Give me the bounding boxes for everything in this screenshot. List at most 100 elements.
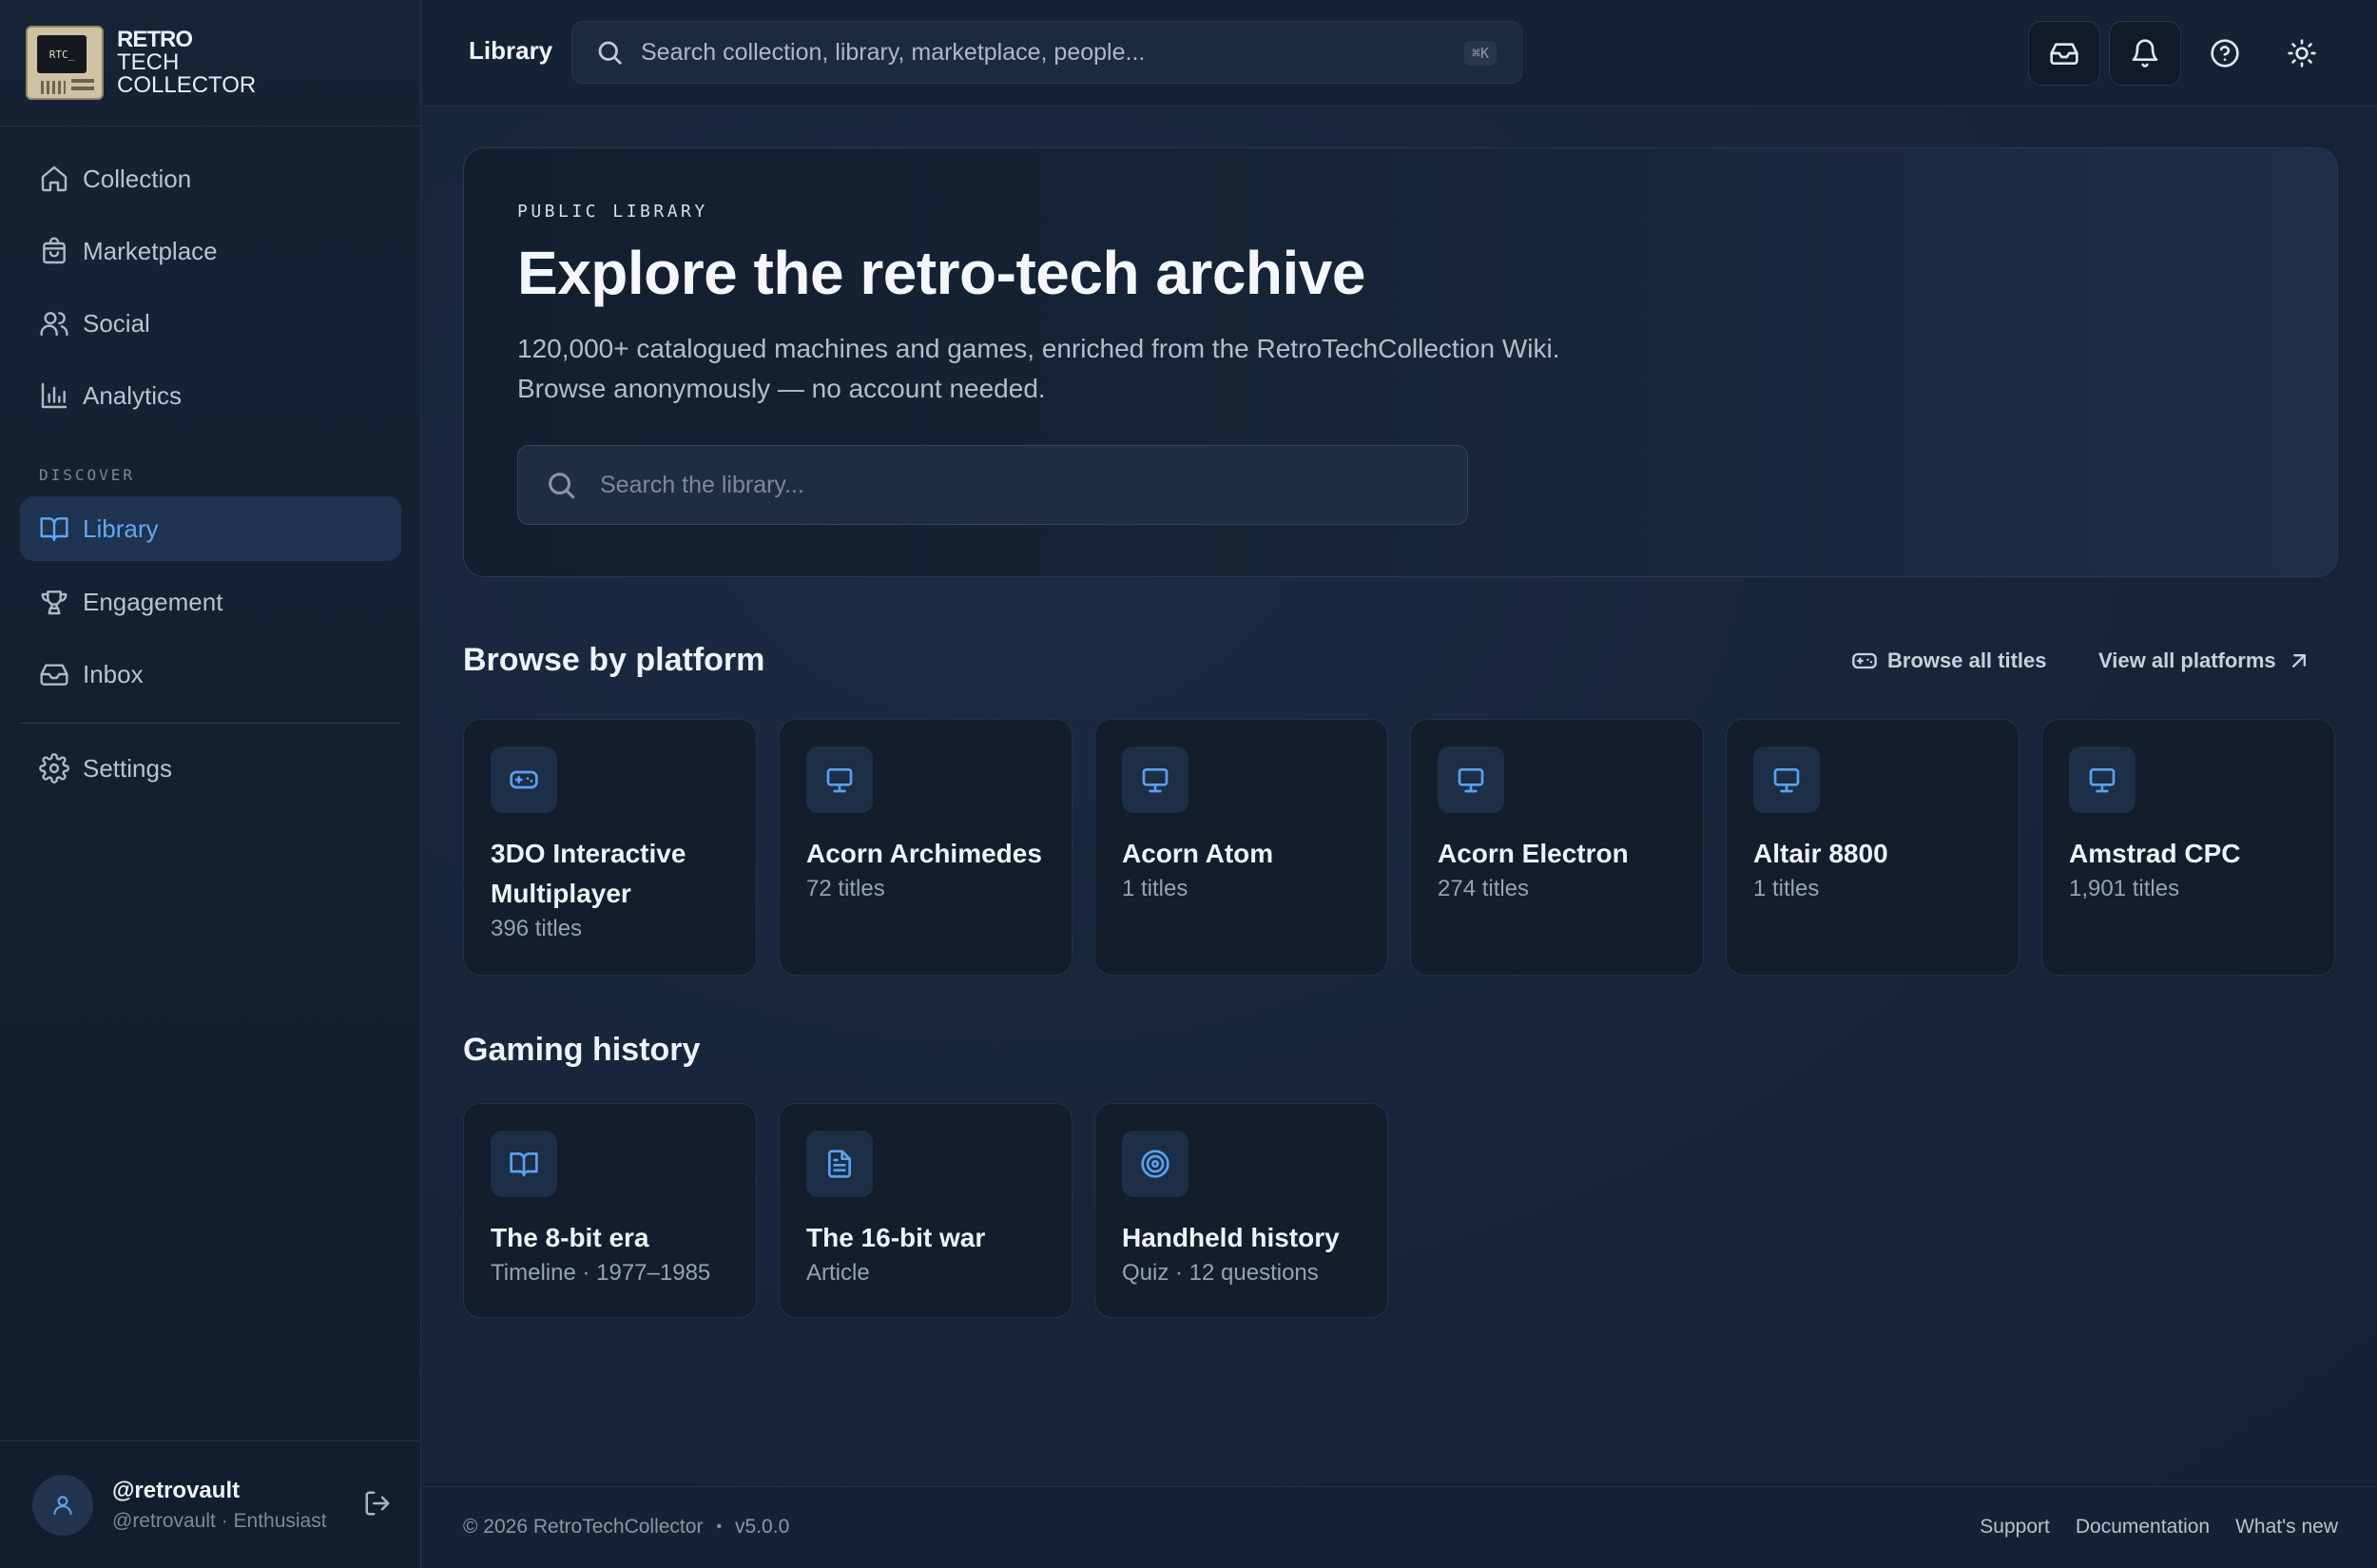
users-icon: [20, 308, 88, 339]
platform-card[interactable]: Acorn Electron 274 titles: [1410, 719, 1704, 976]
platform-count: 274 titles: [1438, 876, 1530, 901]
arrow-up-right-icon: [2291, 654, 2306, 668]
sidebar-item-label: Library: [83, 513, 159, 543]
hero-description: 120,000+ catalogued machines and games, …: [517, 329, 1658, 409]
history-card[interactable]: The 8-bit era Timeline · 1977–1985: [463, 1103, 757, 1318]
history-card-title: The 8-bit era: [491, 1223, 649, 1252]
history-card-meta: Quiz · 12 questions: [1122, 1260, 1319, 1286]
hero-panel: PUBLIC LIBRARY Explore the retro-tech ar…: [463, 147, 2338, 577]
notifications-button[interactable]: [2109, 21, 2181, 86]
separator-dot: •: [716, 1519, 723, 1535]
divider: [0, 1441, 421, 1442]
platform-count: 1 titles: [1122, 876, 1188, 901]
copyright: © 2026 RetroTechCollector: [463, 1516, 704, 1538]
support-link[interactable]: Support: [1980, 1516, 2050, 1539]
sidebar-item-settings[interactable]: Settings: [20, 736, 401, 801]
monitor-icon: [1753, 746, 1820, 813]
sidebar-item-inbox[interactable]: Inbox: [20, 642, 401, 707]
sidebar-item-engagement[interactable]: Engagement: [20, 570, 401, 634]
history-card[interactable]: The 16-bit war Article: [779, 1103, 1073, 1318]
platform-name: Acorn Atom: [1122, 839, 1274, 868]
platforms-section-title: Browse by platform: [463, 642, 765, 678]
logo-slot: [71, 87, 94, 90]
brand-line-1: RETRO: [117, 27, 193, 52]
logo-grille: [41, 81, 66, 94]
brand[interactable]: RTC_ RETRO TECH COLLECTOR: [26, 25, 387, 101]
sidebar-item-collection[interactable]: Collection: [20, 146, 401, 211]
platform-name: Amstrad CPC: [2069, 839, 2241, 868]
gear-icon: [20, 753, 88, 784]
sidebar-item-library[interactable]: Library: [20, 496, 401, 561]
browse-all-titles-link[interactable]: Browse all titles: [1851, 648, 2047, 674]
platform-name: Acorn Archimedes: [806, 839, 1042, 868]
top-bar: Library Search collection, library, mark…: [422, 0, 2377, 106]
library-search-input[interactable]: Search the library...: [517, 445, 1468, 525]
inbox-button[interactable]: [2028, 21, 2100, 86]
search-icon: [549, 473, 575, 499]
platform-card[interactable]: Altair 8800 1 titles: [1726, 719, 2019, 976]
logo-slot: [71, 79, 94, 83]
avatar[interactable]: [32, 1475, 93, 1536]
global-search-input[interactable]: Search collection, library, marketplace,…: [571, 21, 1522, 84]
brand-line-3: COLLECTOR: [117, 72, 257, 98]
history-card[interactable]: Handheld history Quiz · 12 questions: [1094, 1103, 1388, 1318]
platform-card[interactable]: 3DO Interactive Multiplayer 396 titles: [463, 719, 757, 976]
monitor-icon: [806, 746, 873, 813]
divider: [20, 723, 401, 724]
sidebar-item-label: Analytics: [83, 380, 183, 410]
sidebar-item-marketplace[interactable]: Marketplace: [20, 219, 401, 283]
sidebar-item-label: Inbox: [83, 659, 144, 688]
platform-card[interactable]: Acorn Archimedes 72 titles: [779, 719, 1073, 976]
history-card-meta: Article: [806, 1260, 870, 1286]
search-placeholder: Search the library...: [600, 471, 804, 498]
sidebar-item-label: Engagement: [83, 587, 223, 616]
sidebar: RTC_ RETRO TECH COLLECTOR Collection Mar…: [0, 0, 421, 1568]
hero-title: Explore the retro-tech archive: [517, 239, 1365, 307]
book-open-icon: [20, 513, 88, 544]
logout-icon: [365, 1491, 390, 1515]
footer: © 2026 RetroTechCollector • v5.0.0 Suppo…: [422, 1486, 2377, 1568]
version: v5.0.0: [735, 1516, 790, 1538]
hero-kicker: PUBLIC LIBRARY: [517, 202, 708, 222]
help-button[interactable]: [2189, 21, 2261, 86]
platform-card[interactable]: Amstrad CPC 1,901 titles: [2041, 719, 2335, 976]
search-icon: [598, 41, 622, 65]
sidebar-item-label: Collection: [83, 164, 192, 193]
platform-name: Altair 8800: [1753, 839, 1888, 868]
hero-description-line: Browse anonymously — no account needed.: [517, 374, 1046, 403]
whats-new-link[interactable]: What's new: [2235, 1516, 2338, 1539]
bell-icon: [2132, 39, 2158, 68]
history-card-title: Handheld history: [1122, 1223, 1340, 1252]
user-profile[interactable]: @retrovault @retrovault · Enthusiast: [32, 1474, 403, 1537]
platform-card[interactable]: Acorn Atom 1 titles: [1094, 719, 1388, 976]
brand-line-2: TECH: [117, 49, 180, 75]
hero-description-line: 120,000+ catalogued machines and games, …: [517, 334, 1560, 363]
platform-name: Acorn Electron: [1438, 839, 1629, 868]
brand-name: RETRO TECH COLLECTOR: [117, 29, 256, 97]
sidebar-item-label: Settings: [83, 753, 172, 783]
sidebar-item-label: Marketplace: [83, 236, 218, 265]
user-subtitle: @retrovault · Enthusiast: [112, 1510, 327, 1532]
gamepad-icon: [1852, 652, 1877, 669]
theme-toggle-button[interactable]: [2266, 21, 2338, 86]
user-handle: @retrovault: [112, 1478, 241, 1503]
link-label: View all platforms: [2098, 648, 2276, 672]
documentation-link[interactable]: Documentation: [2076, 1516, 2210, 1539]
user-info: @retrovault @retrovault · Enthusiast: [112, 1478, 331, 1533]
inbox-icon: [2050, 43, 2078, 65]
history-card-meta: Timeline · 1977–1985: [491, 1260, 711, 1286]
home-icon: [20, 164, 88, 194]
history-card-title: The 16-bit war: [806, 1223, 986, 1252]
platform-name: 3DO Interactive Multiplayer: [491, 839, 686, 908]
shortcut-badge: ⌘K: [1463, 41, 1497, 66]
logout-button[interactable]: [363, 1489, 392, 1522]
document-icon: [806, 1131, 873, 1197]
sidebar-item-label: Social: [83, 308, 150, 338]
view-all-platforms-link[interactable]: View all platforms: [2098, 648, 2312, 674]
logo-screen: RTC_: [37, 35, 87, 73]
shopping-bag-icon: [20, 236, 88, 266]
sidebar-item-social[interactable]: Social: [20, 291, 401, 356]
footer-links: Support Documentation What's new: [1954, 1516, 2338, 1539]
sidebar-item-analytics[interactable]: Analytics: [20, 363, 401, 428]
platform-count: 1,901 titles: [2069, 876, 2180, 901]
